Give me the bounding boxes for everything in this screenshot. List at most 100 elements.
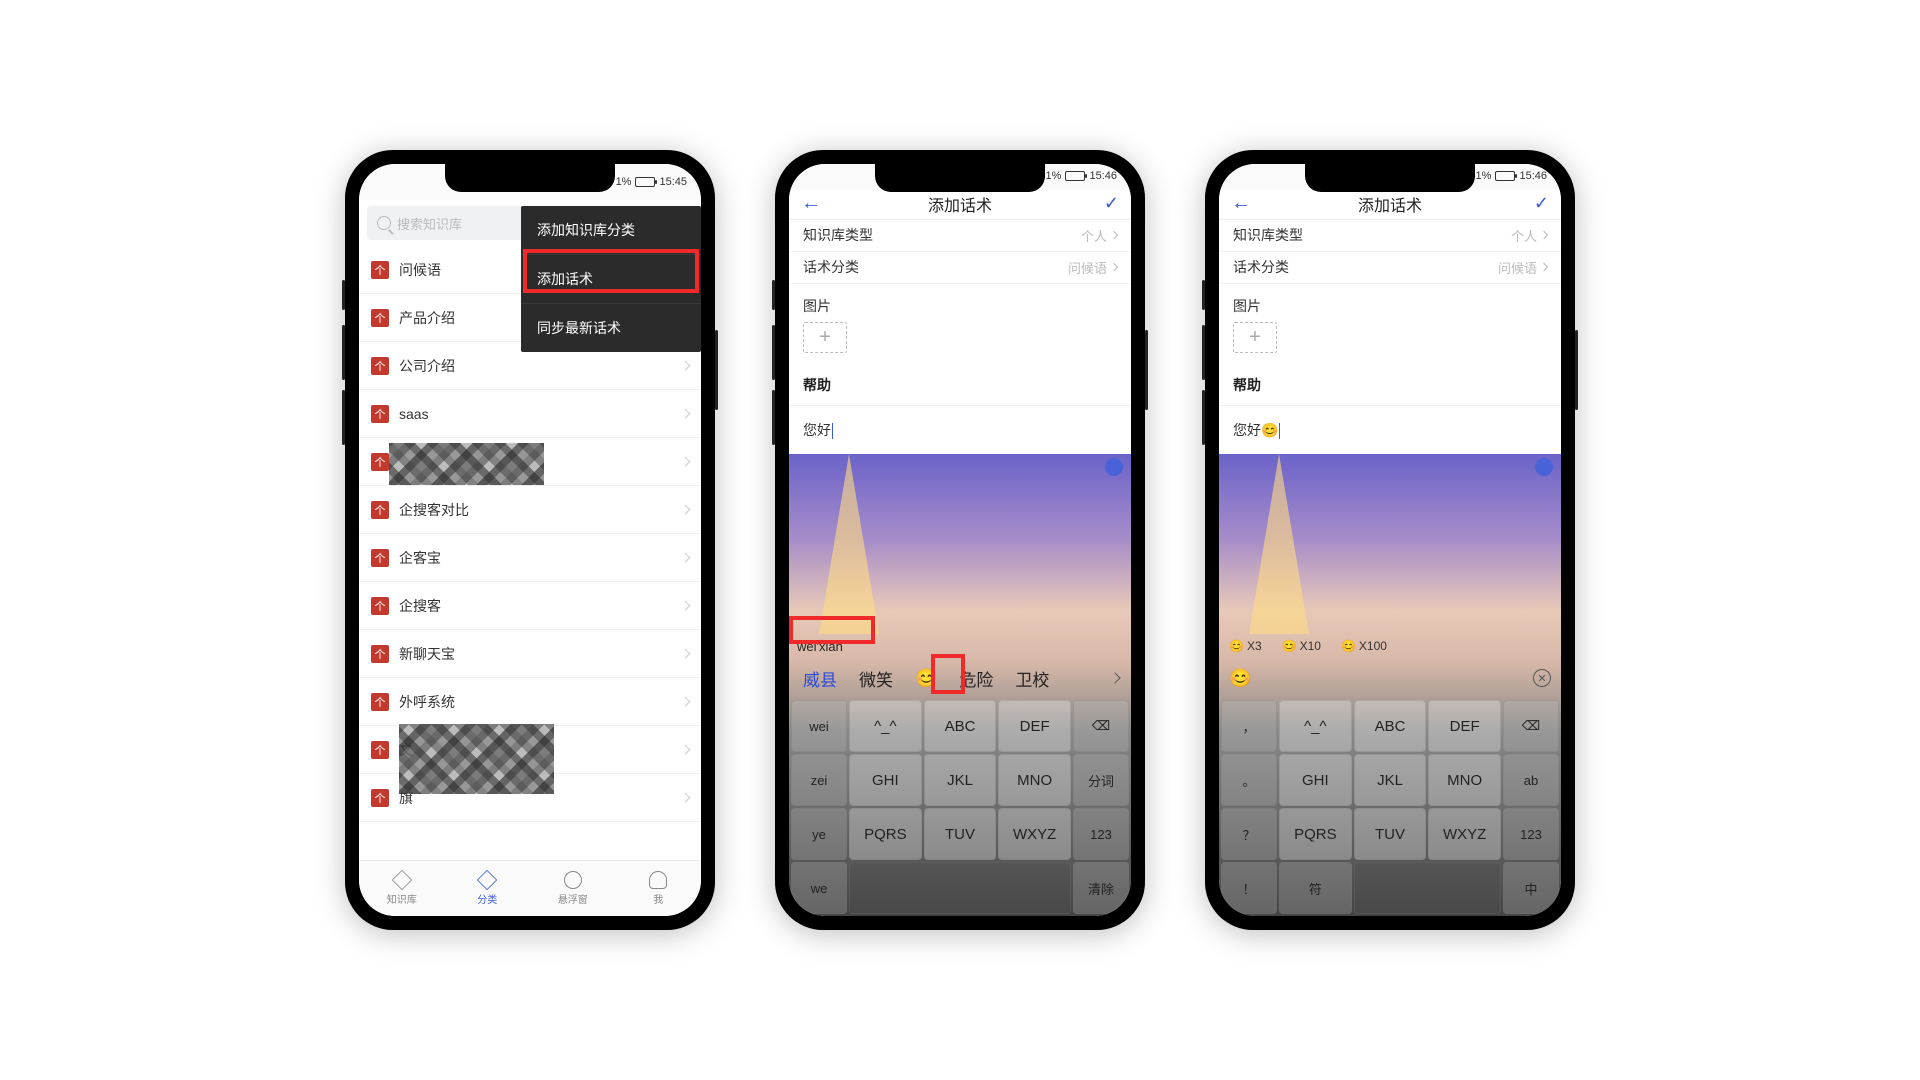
cube-icon bbox=[477, 870, 497, 890]
list-item[interactable]: 个外呼系统 bbox=[359, 678, 701, 726]
key-lang[interactable]: 中 bbox=[1503, 862, 1559, 914]
menu-add-category[interactable]: 添加知识库分类 bbox=[521, 206, 701, 255]
form-row-category[interactable]: 话术分类 问候语 bbox=[789, 252, 1131, 284]
mic-icon[interactable] bbox=[1105, 458, 1123, 476]
key[interactable]: DEF bbox=[998, 700, 1071, 752]
key-side[interactable]: ！ bbox=[1221, 862, 1277, 914]
key-segment[interactable]: 分词 bbox=[1073, 754, 1129, 806]
key[interactable]: ^_^ bbox=[849, 700, 922, 752]
key-123[interactable]: 123 bbox=[1073, 808, 1129, 860]
key[interactable]: WXYZ bbox=[1428, 808, 1501, 860]
chevron-right-icon bbox=[681, 793, 691, 803]
ime-keyboard: wei'xian 威县 微笑 😊 危险 卫校 wei ^_^ ABC DEF ⌫… bbox=[789, 454, 1131, 916]
key-backspace[interactable]: ⌫ bbox=[1503, 700, 1559, 752]
key-side[interactable]: we bbox=[791, 862, 847, 914]
list-item-label: 问候语 bbox=[399, 260, 441, 280]
key-side[interactable]: ， bbox=[1221, 700, 1277, 752]
close-candidates-icon[interactable]: ✕ bbox=[1533, 669, 1551, 687]
menu-add-script[interactable]: 添加话术 bbox=[521, 255, 701, 304]
list-item-label: 外呼系统 bbox=[399, 692, 455, 712]
key[interactable]: JKL bbox=[924, 754, 997, 806]
key-side[interactable]: wei bbox=[791, 700, 847, 752]
key[interactable]: GHI bbox=[1279, 754, 1352, 806]
candidate-emoji[interactable]: 😊 bbox=[1229, 668, 1251, 689]
key[interactable]: ABC bbox=[924, 700, 997, 752]
key[interactable]: ^_^ bbox=[1279, 700, 1352, 752]
key[interactable]: MNO bbox=[998, 754, 1071, 806]
emoji-x3[interactable]: 😊 X3 bbox=[1229, 639, 1262, 653]
script-text-input[interactable]: 您好😊 bbox=[1219, 406, 1561, 454]
key[interactable]: DEF bbox=[1428, 700, 1501, 752]
nav-header: ← 添加话术 ✓ bbox=[789, 189, 1131, 220]
badge-icon: 个 bbox=[371, 405, 389, 423]
key-space[interactable] bbox=[849, 862, 1071, 914]
list-item[interactable]: 个企搜客对比 bbox=[359, 486, 701, 534]
badge-icon: 个 bbox=[371, 453, 389, 471]
battery-icon bbox=[1065, 171, 1085, 181]
candidate-bar: 😊 ✕ bbox=[1219, 658, 1561, 698]
search-icon bbox=[377, 216, 391, 230]
add-image-button[interactable]: + bbox=[803, 322, 847, 353]
key-side[interactable]: ？ bbox=[1221, 808, 1277, 860]
emoji-x100[interactable]: 😊 X100 bbox=[1341, 639, 1387, 653]
list-item[interactable]: 个saas bbox=[359, 390, 701, 438]
back-button[interactable]: ← bbox=[1231, 192, 1255, 215]
person-icon bbox=[649, 871, 667, 889]
confirm-button[interactable]: ✓ bbox=[1525, 193, 1549, 214]
battery-icon bbox=[1495, 171, 1515, 181]
key[interactable]: PQRS bbox=[1279, 808, 1352, 860]
key[interactable]: GHI bbox=[849, 754, 922, 806]
menu-sync-scripts[interactable]: 同步最新话术 bbox=[521, 304, 701, 352]
key-symbol[interactable]: 符 bbox=[1279, 862, 1352, 914]
candidate[interactable]: 威县 bbox=[793, 660, 847, 697]
script-text-input[interactable]: 您好 bbox=[789, 406, 1131, 454]
key-123[interactable]: 123 bbox=[1503, 808, 1559, 860]
text-cursor bbox=[1279, 423, 1280, 439]
candidate[interactable]: 危险 bbox=[949, 660, 1003, 697]
key-side[interactable]: 。 bbox=[1221, 754, 1277, 806]
tab-knowledge[interactable]: 知识库 bbox=[359, 861, 445, 916]
chevron-right-icon bbox=[1110, 263, 1118, 271]
key[interactable]: PQRS bbox=[849, 808, 922, 860]
key-clear[interactable]: 清除 bbox=[1073, 862, 1129, 914]
expand-candidates-icon[interactable] bbox=[1109, 672, 1120, 683]
form-value: 个人 bbox=[1081, 226, 1117, 245]
input-text: 您好😊 bbox=[1233, 422, 1278, 438]
candidate[interactable]: 卫校 bbox=[1005, 660, 1059, 697]
form-row-type[interactable]: 知识库类型 个人 bbox=[789, 220, 1131, 252]
list-item[interactable]: 个企客宝 bbox=[359, 534, 701, 582]
emoji-repeat-bar: 😊 X3 😊 X10 😊 X100 bbox=[1219, 634, 1561, 658]
form-row-category[interactable]: 话术分类 问候语 bbox=[1219, 252, 1561, 284]
tab-label: 分类 bbox=[477, 891, 497, 906]
list-item[interactable]: 个新聊天宝 bbox=[359, 630, 701, 678]
key[interactable]: ABC bbox=[1354, 700, 1427, 752]
key[interactable]: JKL bbox=[1354, 754, 1427, 806]
nav-header: ← 添加话术 ✓ bbox=[1219, 189, 1561, 220]
emoji-x10[interactable]: 😊 X10 bbox=[1282, 639, 1321, 653]
tab-me[interactable]: 我 bbox=[616, 861, 702, 916]
add-image-button[interactable]: + bbox=[1233, 322, 1277, 353]
key-side[interactable]: zei bbox=[791, 754, 847, 806]
chevron-right-icon bbox=[1110, 231, 1118, 239]
candidate[interactable]: 微笑 bbox=[849, 660, 903, 697]
list-item-label: 产品介绍 bbox=[399, 308, 455, 328]
key-space[interactable] bbox=[1354, 862, 1501, 914]
mic-icon[interactable] bbox=[1535, 458, 1553, 476]
key-ab[interactable]: ab bbox=[1503, 754, 1559, 806]
candidate-emoji[interactable]: 😊 bbox=[905, 662, 947, 695]
image-section-label: 图片 bbox=[1219, 284, 1561, 322]
key[interactable]: TUV bbox=[924, 808, 997, 860]
list-item[interactable]: 个企搜客 bbox=[359, 582, 701, 630]
confirm-button[interactable]: ✓ bbox=[1095, 193, 1119, 214]
form-row-type[interactable]: 知识库类型 个人 bbox=[1219, 220, 1561, 252]
key[interactable]: TUV bbox=[1354, 808, 1427, 860]
back-button[interactable]: ← bbox=[801, 192, 825, 215]
key-side[interactable]: ye bbox=[791, 808, 847, 860]
key-backspace[interactable]: ⌫ bbox=[1073, 700, 1129, 752]
key[interactable]: WXYZ bbox=[998, 808, 1071, 860]
tab-float[interactable]: 悬浮窗 bbox=[530, 861, 616, 916]
key[interactable]: MNO bbox=[1428, 754, 1501, 806]
chevron-right-icon bbox=[681, 697, 691, 707]
tab-category[interactable]: 分类 bbox=[445, 861, 531, 916]
notch bbox=[875, 164, 1045, 192]
